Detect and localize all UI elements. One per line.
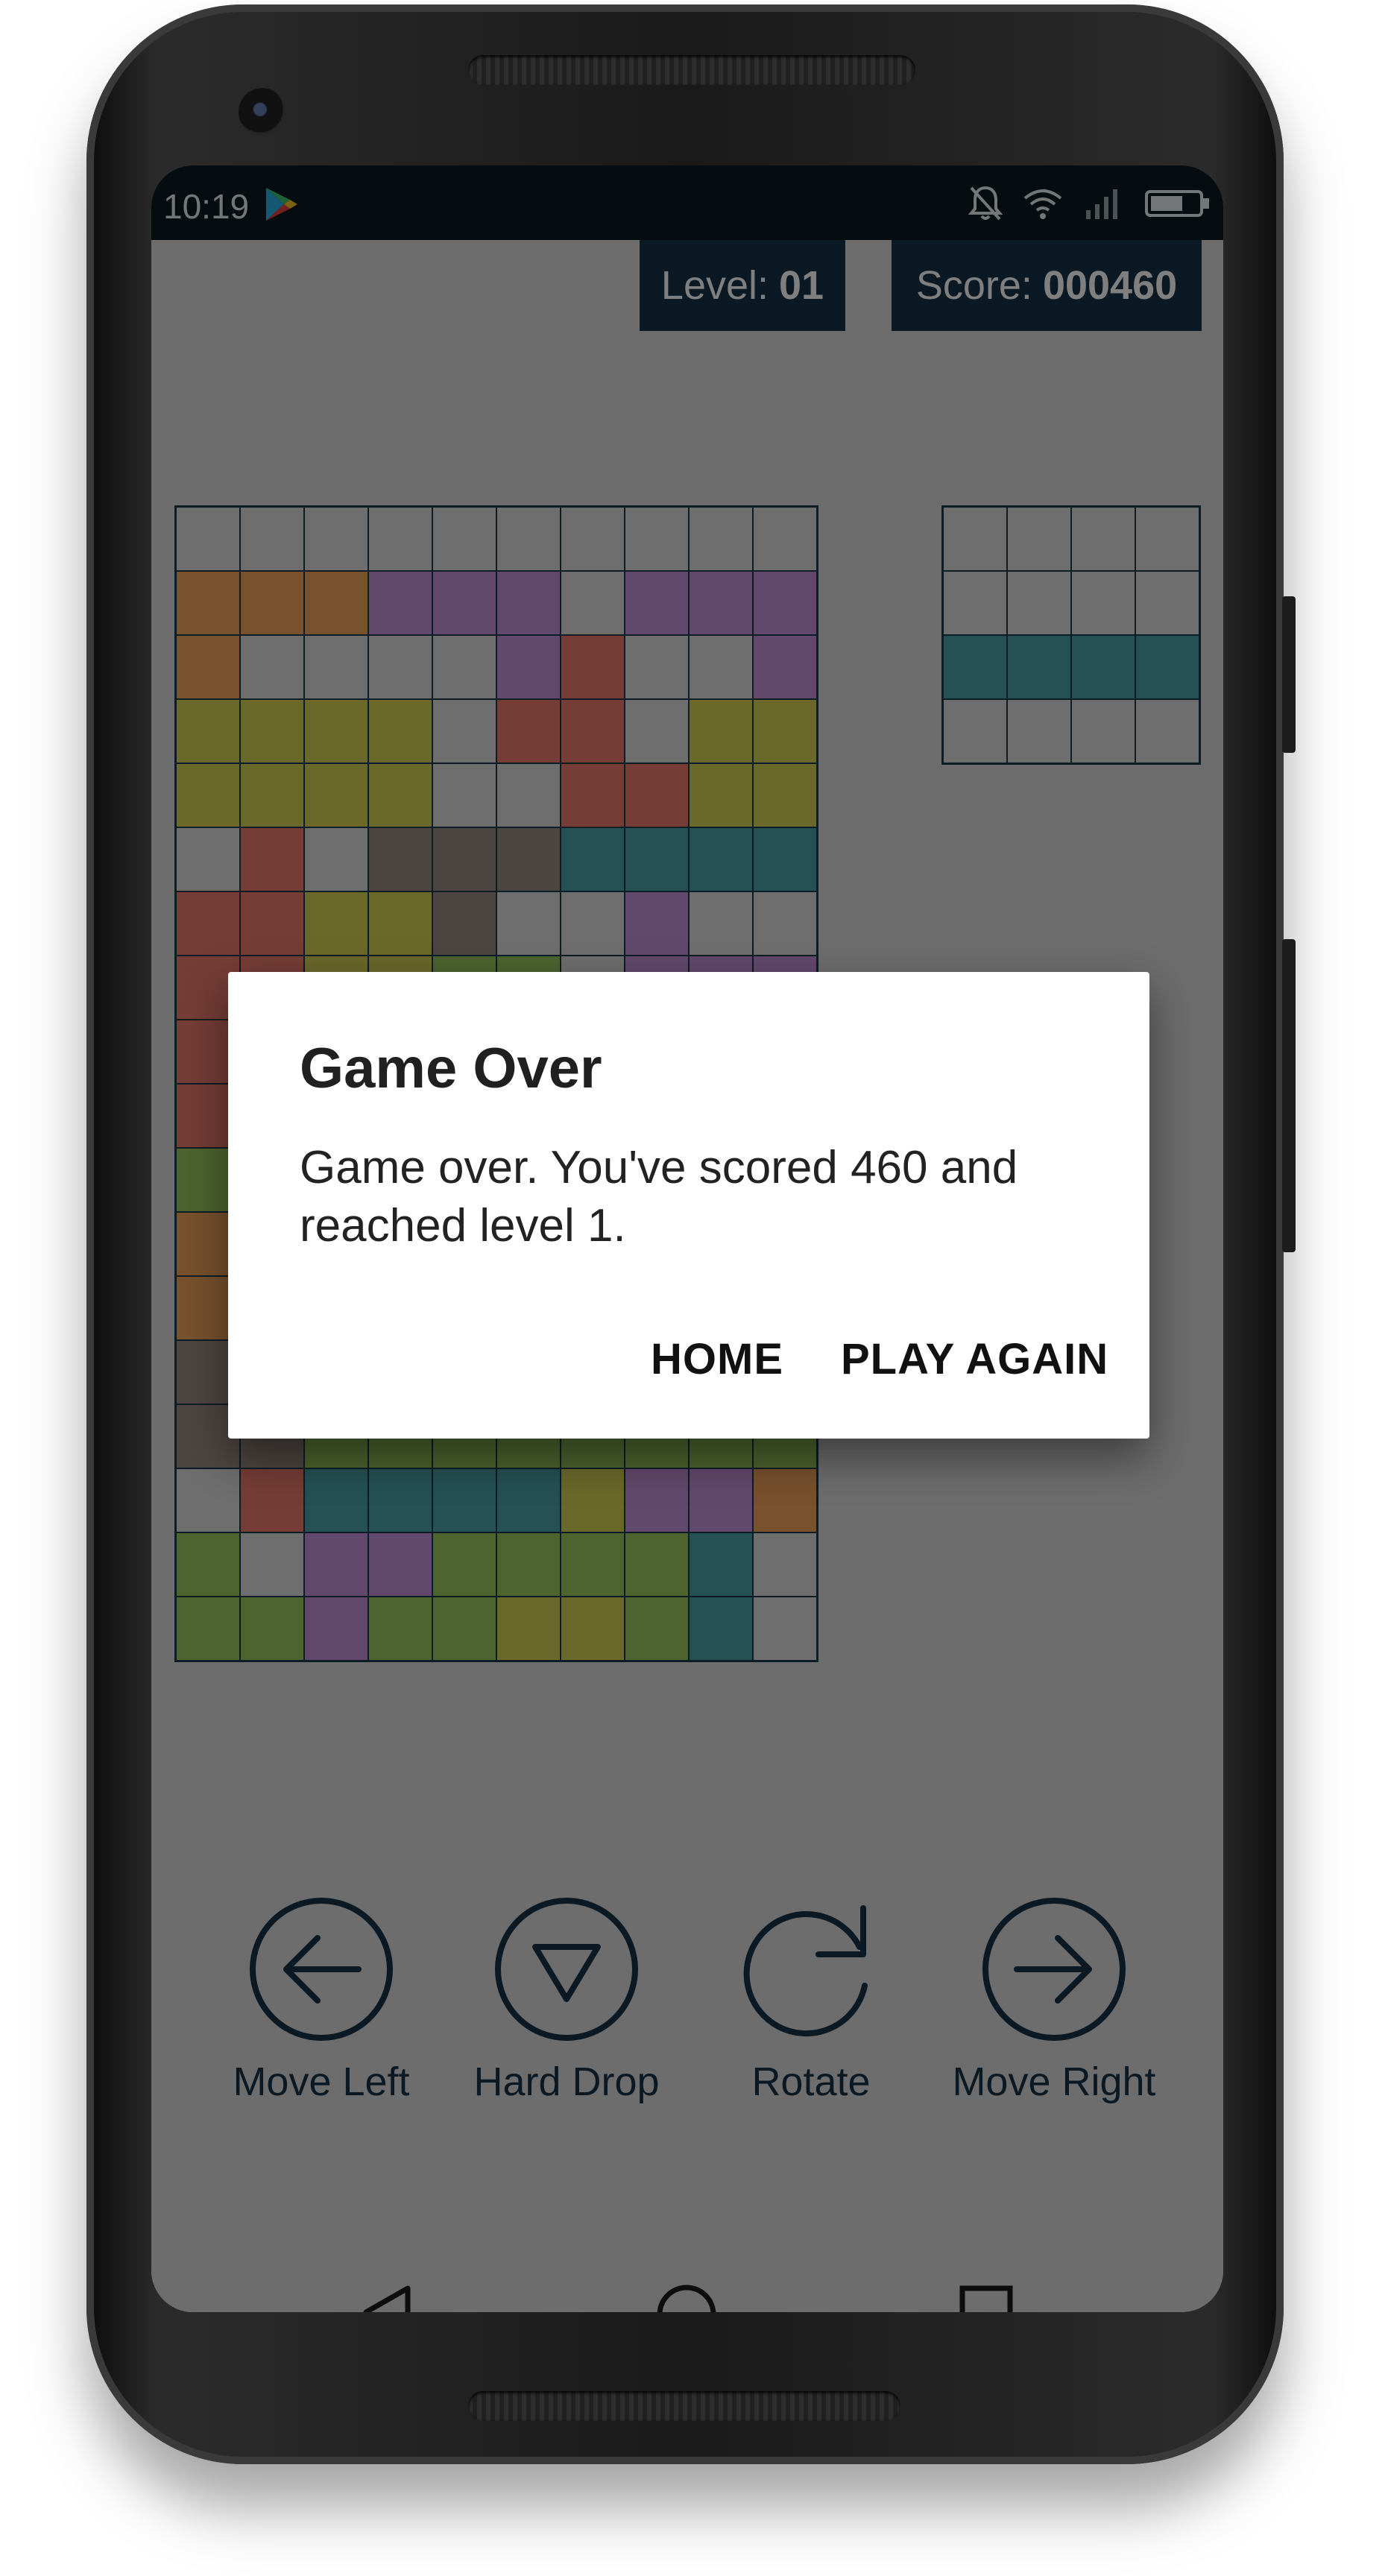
front-camera	[239, 88, 286, 136]
bottom-speaker	[468, 2391, 900, 2421]
top-speaker	[468, 55, 915, 85]
game-over-dialog: Game Over Game over. You've scored 460 a…	[228, 972, 1149, 1439]
power-button	[1282, 939, 1296, 1252]
home-button[interactable]: HOME	[651, 1334, 783, 1384]
volume-button	[1282, 596, 1296, 753]
dialog-title: Game Over	[300, 1037, 602, 1100]
dialog-message: Game over. You've scored 460 and reached…	[300, 1142, 1018, 1251]
play-again-button[interactable]: PLAY AGAIN	[841, 1334, 1108, 1384]
